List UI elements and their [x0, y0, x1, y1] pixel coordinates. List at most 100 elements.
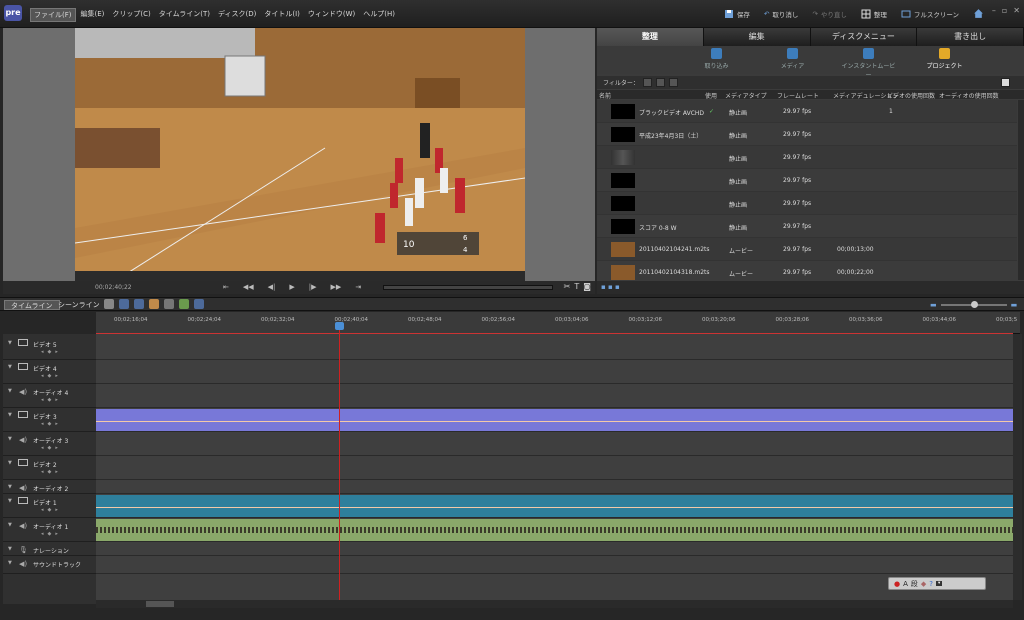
keyframe-controls[interactable]: ◂◆▸	[41, 373, 62, 379]
keyframe-controls[interactable]: ◂◆▸	[41, 507, 62, 513]
step-forward-icon[interactable]: |▶	[309, 283, 317, 291]
film-icon[interactable]	[18, 459, 28, 466]
speaker-icon[interactable]: ◀)	[19, 522, 27, 530]
track-expand-icon[interactable]: ▼	[8, 460, 12, 466]
menu-timeline[interactable]: タイムライン(T)	[156, 8, 213, 22]
timeline-hscroll-thumb[interactable]	[146, 601, 174, 607]
zoom-knob[interactable]	[970, 300, 978, 308]
menu-file[interactable]: ファイル(F)	[30, 8, 76, 22]
keyframe-controls[interactable]: ◂◆▸	[41, 445, 62, 451]
smart-fix-icon[interactable]	[119, 299, 129, 309]
media-button[interactable]: メディア	[764, 46, 822, 74]
track-lane[interactable]	[96, 360, 1013, 384]
filter-audio-icon[interactable]	[655, 78, 665, 87]
speaker-icon[interactable]: ◀)	[19, 560, 27, 568]
track-header[interactable]: ▼ ビデオ 3 ◂◆▸	[3, 408, 96, 432]
list-scrollbar[interactable]	[1018, 100, 1024, 280]
video-clip[interactable]	[96, 495, 1013, 517]
track-lane[interactable]	[96, 432, 1013, 456]
video-clip[interactable]	[96, 409, 1013, 431]
filter-video-icon[interactable]	[642, 78, 652, 87]
speaker-icon[interactable]: ◀)	[19, 388, 27, 396]
minimize-icon[interactable]: –	[992, 6, 996, 15]
help-icon[interactable]: ?	[929, 580, 933, 588]
track-lane[interactable]	[96, 456, 1013, 480]
track-expand-icon[interactable]: ▼	[8, 484, 12, 490]
tab-organize[interactable]: 整理	[597, 28, 704, 46]
instant-movie-button[interactable]: インスタントムービー	[840, 46, 898, 79]
track-expand-icon[interactable]: ▼	[8, 412, 12, 418]
zoom-in-icon[interactable]: ▬	[1011, 301, 1018, 309]
time-ruler[interactable]: 00;02;16;04 00;02;24;04 00;02;32;04 00;02;4…	[96, 312, 1020, 334]
media-row[interactable]: 静止画 29.97 fps	[597, 192, 1017, 215]
tab-disc-menu[interactable]: ディスクメニュー	[810, 28, 918, 46]
play-icon[interactable]: ▶	[289, 283, 294, 291]
text-tool-label[interactable]: A	[903, 580, 908, 588]
track-header[interactable]: ▼ ◀) オーディオ 4 ◂◆▸	[3, 384, 96, 408]
motion-icon[interactable]	[149, 299, 159, 309]
track-area[interactable]	[96, 334, 1013, 600]
go-to-end-icon[interactable]: ⇥	[355, 283, 361, 291]
keyframe-controls[interactable]: ◂◆▸	[41, 469, 62, 475]
track-header[interactable]: ▼ ◀) サウンドトラック	[3, 556, 96, 574]
camera-icon[interactable]: ◙	[583, 282, 591, 291]
record-icon[interactable]: ●	[894, 580, 900, 588]
speaker-icon[interactable]: ◀)	[19, 484, 27, 492]
marker-icon[interactable]	[194, 299, 204, 309]
menu-edit[interactable]: 編集(E)	[78, 8, 108, 22]
track-header[interactable]: ▼ ◀) オーディオ 3 ◂◆▸	[3, 432, 96, 456]
save-button[interactable]: 保存	[724, 9, 750, 19]
menu-clip[interactable]: クリップ(C)	[109, 8, 153, 22]
clip-volume-line[interactable]	[96, 507, 1013, 508]
track-lane[interactable]	[96, 542, 1013, 556]
text-icon[interactable]: T	[574, 282, 579, 291]
project-button[interactable]: プロジェクト	[916, 46, 974, 74]
home-button[interactable]	[973, 8, 984, 19]
zoom-slider[interactable]	[940, 300, 1007, 308]
timeline-hscroll[interactable]	[96, 600, 1013, 608]
track-expand-icon[interactable]: ▼	[8, 436, 12, 442]
media-row[interactable]: 平成23年4月3日（土） 静止画 29.97 fps	[597, 123, 1017, 146]
keyframe-controls[interactable]: ◂◆▸	[41, 349, 62, 355]
track-header[interactable]: ▼ ビデオ 4 ◂◆▸	[3, 360, 96, 384]
keyframe-controls[interactable]: ◂◆▸	[41, 397, 62, 403]
timeline-vscroll[interactable]	[1013, 334, 1022, 600]
track-header[interactable]: ▼ 🎙 ナレーション	[3, 542, 96, 556]
col-used[interactable]: 使用	[705, 91, 717, 100]
scrub-bar[interactable]	[383, 285, 553, 290]
font-icon[interactable]: 段	[911, 579, 918, 589]
track-header[interactable]: ▼ ◀) オーディオ 1 ◂◆▸	[3, 518, 96, 542]
clip-volume-line[interactable]	[96, 421, 1013, 422]
track-header[interactable]: ▼ ◀) オーディオ 2	[3, 480, 96, 494]
microphone-icon[interactable]: 🎙	[19, 546, 28, 554]
track-lane[interactable]	[96, 408, 1013, 432]
track-expand-icon[interactable]: ▼	[8, 364, 12, 370]
track-lane[interactable]	[96, 494, 1013, 518]
track-lane[interactable]	[96, 384, 1013, 408]
step-back-icon[interactable]: ◀|	[268, 283, 276, 291]
track-lane[interactable]	[96, 518, 1013, 542]
redo-button[interactable]: ↷ やり直し	[812, 9, 846, 19]
current-timecode[interactable]: 00;02;40;22	[95, 284, 132, 291]
track-expand-icon[interactable]: ▼	[8, 522, 12, 528]
scissors-icon[interactable]: ✂	[564, 282, 571, 291]
media-row[interactable]: スコア 0-8 W 静止画 29.97 fps	[597, 215, 1017, 238]
track-lane[interactable]	[96, 480, 1013, 494]
new-item-icon[interactable]	[1001, 78, 1010, 87]
film-icon[interactable]	[18, 339, 28, 346]
rewind-icon[interactable]: ◀◀	[243, 283, 254, 291]
menu-help[interactable]: ヘルプ(H)	[360, 8, 398, 22]
keyframe-controls[interactable]: ◂◆▸	[41, 531, 62, 537]
go-to-start-icon[interactable]: ⇤	[223, 283, 229, 291]
track-header[interactable]: ▼ ビデオ 5 ◂◆▸	[3, 336, 96, 360]
media-row[interactable]: 静止画 29.97 fps	[597, 169, 1017, 192]
video-preview[interactable]: 10 6 4	[75, 28, 525, 281]
track-expand-icon[interactable]: ▼	[8, 498, 12, 504]
mark-icon[interactable]	[164, 299, 174, 309]
import-button[interactable]: 取り込み	[688, 46, 746, 74]
media-row[interactable]: ブラックビデオ AVCHD ✓ 静止画 29.97 fps 1	[597, 100, 1017, 123]
close-icon[interactable]: ✕	[1013, 6, 1020, 15]
footer-tools-icon[interactable]: ▪ ▪ ▪	[601, 283, 620, 291]
maximize-icon[interactable]: ▫	[1002, 6, 1007, 15]
smart-mix-icon[interactable]	[134, 299, 144, 309]
